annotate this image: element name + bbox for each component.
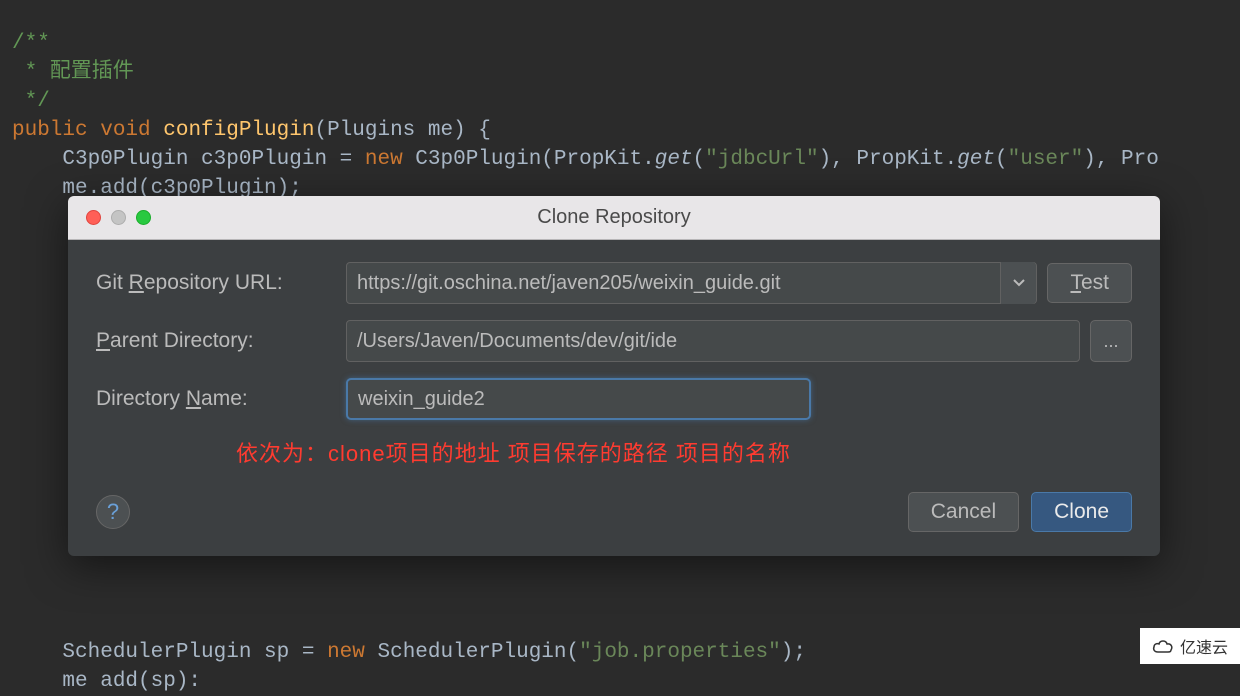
code-text: (: [995, 148, 1008, 171]
code-text: ), PropKit.: [819, 148, 958, 171]
code-text: ), Pro: [1083, 148, 1159, 171]
dropdown-arrow-icon[interactable]: [1000, 262, 1036, 304]
clone-button[interactable]: Clone: [1031, 492, 1132, 532]
parent-dir-input[interactable]: [357, 330, 1069, 353]
code-text: SchedulerPlugin(: [377, 641, 579, 664]
url-combobox[interactable]: [346, 262, 1037, 304]
comment-line: */: [12, 90, 50, 113]
dialog-titlebar[interactable]: Clone Repository: [68, 196, 1160, 240]
clone-repository-dialog: Clone Repository Git Repository URL: Tes…: [68, 196, 1160, 556]
code-text: (Plugins me) {: [314, 119, 490, 142]
watermark-text: 亿速云: [1180, 634, 1228, 658]
annotation-text: 依次为：clone项目的地址 项目保存的路径 项目的名称: [96, 436, 1132, 468]
dir-name-label: Directory Name:: [96, 387, 346, 411]
kw-new: new: [365, 148, 415, 171]
kw-public: public: [12, 119, 100, 142]
string-literal: "job.properties": [579, 641, 781, 664]
kw-new: new: [327, 641, 377, 664]
string-literal: "jdbcUrl": [705, 148, 818, 171]
string-literal: "user": [1008, 148, 1084, 171]
minimize-icon[interactable]: [111, 210, 126, 225]
browse-button[interactable]: ...: [1090, 320, 1132, 362]
code-text: me add(sp):: [12, 670, 201, 693]
method-get: get: [655, 148, 693, 171]
code-text: SchedulerPlugin sp =: [12, 641, 327, 664]
cloud-icon: [1152, 638, 1174, 654]
kw-void: void: [100, 119, 163, 142]
test-button[interactable]: Test: [1047, 263, 1132, 303]
fn-name: configPlugin: [163, 119, 314, 142]
dialog-title: Clone Repository: [68, 206, 1160, 229]
close-icon[interactable]: [86, 210, 101, 225]
watermark: 亿速云: [1140, 628, 1240, 664]
help-button[interactable]: ?: [96, 495, 130, 529]
code-text: (: [693, 148, 706, 171]
url-label: Git Repository URL:: [96, 271, 346, 295]
maximize-icon[interactable]: [136, 210, 151, 225]
method-get: get: [957, 148, 995, 171]
code-text: C3p0Plugin c3p0Plugin =: [12, 148, 365, 171]
url-input[interactable]: [357, 272, 1000, 295]
parent-dir-field[interactable]: [346, 320, 1080, 362]
cancel-button[interactable]: Cancel: [908, 492, 1019, 532]
window-controls: [68, 210, 151, 225]
code-text: C3p0Plugin(PropKit.: [415, 148, 654, 171]
parent-dir-label: Parent Directory:: [96, 329, 346, 353]
directory-name-input[interactable]: [346, 378, 811, 420]
comment-line: /**: [12, 32, 50, 55]
code-text: );: [781, 641, 806, 664]
comment-line: * 配置插件: [12, 61, 134, 84]
